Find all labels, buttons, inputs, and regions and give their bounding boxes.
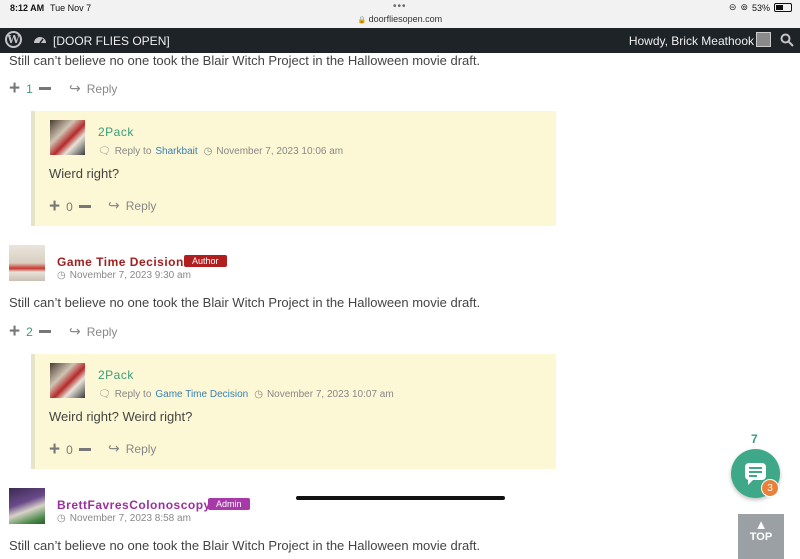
comment-meta: ◷ November 7, 2023 9:30 am xyxy=(57,270,191,281)
reply-to-link[interactable]: Sharkbait xyxy=(155,146,197,157)
reply-arrow-icon: ↪ xyxy=(108,440,120,456)
comment-text: Weird right? Weird right? xyxy=(49,409,193,424)
vote-controls: + 0 xyxy=(49,197,91,216)
status-bar: 8:12 AM Tue Nov 7 ••• 🔒 doorfliesopen.com… xyxy=(0,0,800,28)
vote-count: 2 xyxy=(26,324,33,339)
notification-badge: 3 xyxy=(761,479,779,497)
howdy-user[interactable]: Howdy, Brick Meathook xyxy=(629,34,754,48)
avatar[interactable] xyxy=(50,363,85,398)
reply-to-label: Reply to xyxy=(114,146,152,157)
comment-author[interactable]: 2Pack xyxy=(98,368,134,382)
clock-icon: ◷ xyxy=(254,389,263,400)
comment-count: 7 xyxy=(751,432,758,446)
comment-text: Still can’t believe no one took the Blai… xyxy=(9,295,481,310)
reply-label: Reply xyxy=(125,441,157,456)
comment-author[interactable]: Game Time Decision xyxy=(57,255,184,269)
dashboard-icon[interactable] xyxy=(33,33,47,47)
screen-lock-icon: ⊚ xyxy=(740,2,748,12)
avatar[interactable] xyxy=(50,120,85,155)
author-badge: Author xyxy=(184,255,227,267)
admin-badge: Admin xyxy=(208,498,250,510)
vote-count: 0 xyxy=(66,442,73,457)
clock-icon: ◷ xyxy=(57,270,66,281)
comment-date[interactable]: November 7, 2023 10:07 am xyxy=(267,389,394,400)
upvote-button[interactable]: + xyxy=(49,440,60,459)
reply-button[interactable]: ↪ Reply xyxy=(69,323,117,340)
status-right: ⊝ ⊚ 53% xyxy=(729,2,792,13)
downvote-button[interactable] xyxy=(78,205,91,208)
site-name-link[interactable]: [DOOR FLIES OPEN] xyxy=(53,34,170,48)
link-icon: ⊝ xyxy=(728,2,737,12)
battery-icon xyxy=(774,3,792,12)
reply-label: Reply xyxy=(125,198,157,213)
comment-author[interactable]: 2Pack xyxy=(98,125,134,139)
comment-author[interactable]: BrettFavresColonoscopy xyxy=(57,498,211,512)
reply-arrow-icon: ↪ xyxy=(69,80,81,96)
home-indicator[interactable] xyxy=(296,496,505,500)
top-label: TOP xyxy=(749,531,773,543)
vote-controls: + 0 xyxy=(49,440,91,459)
comment-bubble-icon xyxy=(745,463,766,485)
avatar[interactable] xyxy=(9,245,45,281)
reply-to-link[interactable]: Game Time Decision xyxy=(155,389,248,400)
reply-comment: 2Pack 🗨 Reply to Sharkbait ◷ November 7,… xyxy=(31,111,556,226)
reply-label: Reply xyxy=(86,81,118,96)
battery-percent: 53% xyxy=(751,2,770,13)
url-text: doorfliesopen.com xyxy=(368,14,443,24)
comment-meta: 🗨 Reply to Game Time Decision ◷ November… xyxy=(98,389,394,400)
back-to-top-button[interactable]: ▲ TOP xyxy=(738,514,784,559)
avatar[interactable] xyxy=(9,488,45,524)
comment-meta: 🗨 Reply to Sharkbait ◷ November 7, 2023 … xyxy=(98,146,343,157)
reply-button[interactable]: ↪ Reply xyxy=(108,440,156,457)
lock-icon: 🔒 xyxy=(357,17,367,24)
reply-to-label: Reply to xyxy=(114,389,152,400)
arrow-up-icon: ▲ xyxy=(754,517,768,532)
reply-comment: 2Pack 🗨 Reply to Game Time Decision ◷ No… xyxy=(31,354,556,469)
status-time: 8:12 AM xyxy=(10,3,45,13)
downvote-button[interactable] xyxy=(38,87,51,90)
reply-label: Reply xyxy=(86,324,118,339)
admin-bar: W [DOOR FLIES OPEN] Howdy, Brick Meathoo… xyxy=(0,28,800,53)
search-icon[interactable] xyxy=(780,33,794,47)
comment-text: Still can’t believe no one took the Blai… xyxy=(9,53,481,68)
comment-date[interactable]: November 7, 2023 9:30 am xyxy=(70,270,191,281)
upvote-button[interactable]: + xyxy=(49,197,60,216)
reply-button[interactable]: ↪ Reply xyxy=(69,80,117,97)
vote-controls: + 1 xyxy=(9,79,51,98)
comment-text: Still can’t believe no one took the Blai… xyxy=(9,538,481,553)
vote-controls: + 2 xyxy=(9,322,51,341)
reply-arrow-icon: ↪ xyxy=(108,197,120,213)
comments-list: Still can’t believe no one took the Blai… xyxy=(0,53,800,559)
more-dots-icon[interactable]: ••• xyxy=(393,1,407,12)
upvote-button[interactable]: + xyxy=(9,79,20,98)
wordpress-logo-icon[interactable]: W xyxy=(5,31,22,48)
reply-bubble-icon: 🗨 xyxy=(98,146,111,157)
downvote-button[interactable] xyxy=(38,330,51,333)
vote-count: 0 xyxy=(66,199,73,214)
reply-arrow-icon: ↪ xyxy=(69,323,81,339)
clock-icon: ◷ xyxy=(203,146,213,157)
reply-button[interactable]: ↪ Reply xyxy=(108,197,156,214)
comment-text: Wierd right? xyxy=(49,166,120,181)
comment-date[interactable]: November 7, 2023 10:06 am xyxy=(216,146,343,157)
status-date: Tue Nov 7 xyxy=(50,3,92,13)
user-avatar[interactable] xyxy=(756,32,771,47)
upvote-button[interactable]: + xyxy=(9,322,20,341)
downvote-button[interactable] xyxy=(78,448,91,451)
clock-icon: ◷ xyxy=(57,513,66,524)
reply-bubble-icon: 🗨 xyxy=(98,389,111,400)
comment-meta: ◷ November 7, 2023 8:58 am xyxy=(57,513,191,524)
comment-date[interactable]: November 7, 2023 8:58 am xyxy=(70,513,191,524)
address-bar[interactable]: 🔒 doorfliesopen.com xyxy=(0,14,800,24)
vote-count: 1 xyxy=(26,81,33,96)
